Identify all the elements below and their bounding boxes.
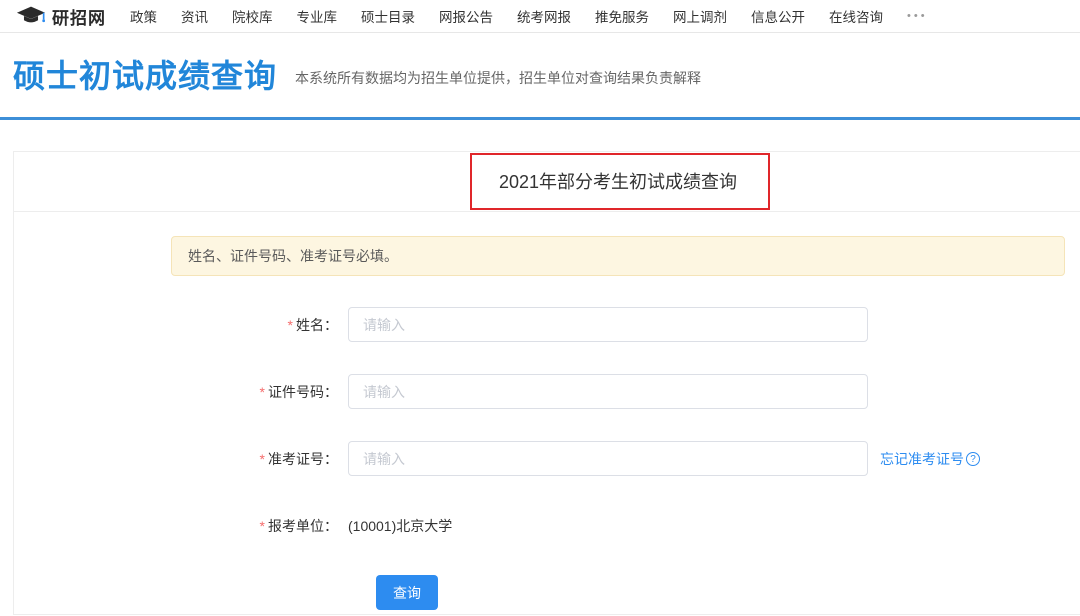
form-row-target-institution: *报考单位： (10001)北京大学 (14, 508, 1080, 543)
nav-item-news[interactable]: 资讯 (177, 6, 212, 26)
required-asterisk: * (260, 518, 265, 534)
nav-item-exempt-service[interactable]: 推免服务 (591, 6, 653, 26)
nav-item-registration-notice[interactable]: 网报公告 (435, 6, 497, 26)
required-asterisk: * (260, 451, 265, 467)
target-institution-value: (10001)北京大学 (348, 516, 452, 536)
page-header: 硕士初试成绩查询 本系统所有数据均为招生单位提供，招生单位对查询结果负责解释 (0, 33, 1080, 117)
nav-item-college-library[interactable]: 院校库 (228, 6, 277, 26)
required-fields-notice: 姓名、证件号码、准考证号必填。 (171, 236, 1065, 276)
top-navigation: 研招网 政策 资讯 院校库 专业库 硕士目录 网报公告 统考网报 推免服务 网上… (0, 0, 1080, 33)
name-field-label: *姓名： (14, 315, 338, 335)
page-title: 硕士初试成绩查询 (13, 60, 277, 92)
logo-text: 研招网 (52, 4, 106, 29)
graduation-cap-icon (16, 5, 52, 27)
site-logo[interactable]: 研招网 (16, 4, 106, 29)
query-form: *姓名： *证件号码： *准考证号： 忘记准考证号? *报考单位： (10001… (14, 307, 1080, 610)
help-circle-icon: ? (966, 452, 980, 466)
target-institution-field-label: *报考单位： (14, 516, 338, 536)
nav-item-online-consult[interactable]: 在线咨询 (825, 6, 887, 26)
id-number-field-label: *证件号码： (14, 382, 338, 402)
panel-title: 2021年部分考生初试成绩查询 (14, 152, 1080, 212)
nav-item-online-adjustment[interactable]: 网上调剂 (669, 6, 731, 26)
admission-ticket-field-label: *准考证号： (14, 449, 338, 469)
form-row-id-number: *证件号码： (14, 374, 1080, 409)
nav-more-ellipsis[interactable]: ••• (903, 10, 932, 22)
query-button[interactable]: 查询 (376, 575, 438, 610)
name-input[interactable] (348, 307, 868, 342)
required-asterisk: * (288, 317, 293, 333)
nav-item-policy[interactable]: 政策 (126, 6, 161, 26)
nav-item-info-disclosure[interactable]: 信息公开 (747, 6, 809, 26)
page-subtitle: 本系统所有数据均为招生单位提供，招生单位对查询结果负责解释 (295, 68, 701, 88)
nav-menu: 政策 资讯 院校库 专业库 硕士目录 网报公告 统考网报 推免服务 网上调剂 信… (126, 6, 932, 26)
score-query-panel: 2021年部分考生初试成绩查询 姓名、证件号码、准考证号必填。 *姓名： *证件… (13, 151, 1080, 615)
submit-row: 查询 (14, 575, 1080, 610)
blue-divider (0, 117, 1080, 120)
nav-item-masters-catalog[interactable]: 硕士目录 (357, 6, 419, 26)
required-asterisk: * (260, 384, 265, 400)
form-row-admission-ticket: *准考证号： 忘记准考证号? (14, 441, 1080, 476)
forgot-admission-ticket-link[interactable]: 忘记准考证号? (880, 449, 980, 469)
nav-item-major-library[interactable]: 专业库 (293, 6, 342, 26)
admission-ticket-input[interactable] (348, 441, 868, 476)
form-row-name: *姓名： (14, 307, 1080, 342)
id-number-input[interactable] (348, 374, 868, 409)
nav-item-unified-exam-registration[interactable]: 统考网报 (513, 6, 575, 26)
